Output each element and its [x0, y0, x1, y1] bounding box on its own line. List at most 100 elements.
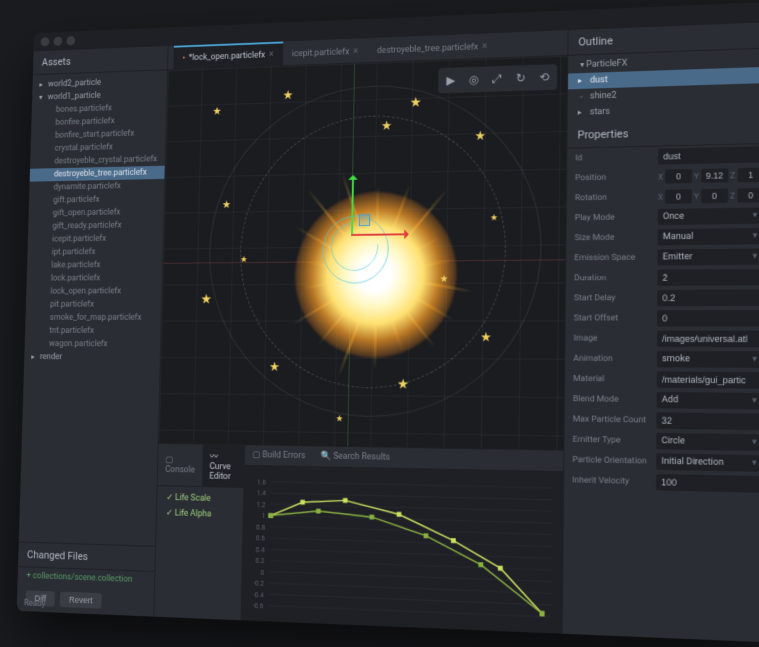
editor-tab[interactable]: *lock_open.particlefx×	[173, 41, 283, 69]
star-icon: ★	[474, 128, 485, 144]
assets-tree[interactable]: world2_particleworld1_particlebones.part…	[19, 70, 167, 546]
status-bar: Ready	[17, 596, 53, 613]
reset-tool-icon[interactable]: ⟲	[533, 66, 555, 88]
editor-tab[interactable]: destroyeble_tree.particlefx ×	[367, 33, 497, 62]
vector-y-input[interactable]	[701, 189, 728, 204]
asset-item[interactable]: lake.particlefx	[27, 258, 162, 272]
close-icon[interactable]: ×	[269, 49, 274, 60]
vector-x-input[interactable]	[665, 189, 692, 204]
star-icon: ★	[200, 292, 211, 307]
property-select[interactable]: Manual	[658, 228, 759, 245]
editor-tab[interactable]: icepit.particlefx×	[283, 38, 368, 65]
property-select[interactable]: smoke	[657, 351, 759, 368]
viewport-toolbar: ▶ ◎ ⤢ ↻ ⟲	[438, 64, 557, 93]
asset-item[interactable]: pit.particlefx	[26, 298, 162, 312]
tab-label: destroyeble_tree.particlefx	[377, 42, 478, 55]
panel-tab[interactable]: ▢ Console	[158, 444, 203, 486]
property-input[interactable]	[657, 289, 759, 306]
property-input[interactable]	[657, 331, 759, 348]
star-icon: ★	[397, 377, 409, 393]
property-label: Duration	[574, 273, 653, 284]
property-label: Particle Orientation	[572, 455, 652, 467]
property-input[interactable]	[657, 269, 759, 286]
play-tool-icon[interactable]: ▶	[440, 69, 461, 91]
star-icon: ★	[440, 272, 449, 285]
property-label: Emitter Type	[573, 435, 653, 446]
panel-tab[interactable]: ▢ Build Errors	[245, 445, 313, 466]
property-label: Play Mode	[575, 212, 654, 223]
window-max-icon[interactable]	[66, 36, 75, 46]
svg-text:0.4: 0.4	[256, 546, 265, 554]
star-icon: ★	[336, 415, 343, 425]
vector-y-input[interactable]	[701, 168, 728, 183]
asset-item[interactable]: wagon.particlefx	[25, 337, 161, 351]
svg-text:1.4: 1.4	[257, 489, 266, 497]
property-label: Blend Mode	[573, 394, 653, 405]
property-label: Max Particle Count	[573, 414, 653, 425]
window-min-icon[interactable]	[53, 37, 62, 47]
property-select[interactable]: Once	[658, 207, 759, 225]
rotate-tool-icon[interactable]: ↻	[510, 67, 532, 89]
property-input[interactable]	[656, 474, 759, 493]
asset-item[interactable]: smoke_for_map.particlefx	[25, 311, 161, 324]
property-label: Material	[573, 374, 652, 385]
star-icon: ★	[410, 95, 422, 111]
svg-text:1.2: 1.2	[257, 501, 266, 509]
property-label: Start Offset	[574, 313, 653, 323]
svg-text:-0.4: -0.4	[253, 591, 264, 600]
property-input[interactable]	[656, 412, 759, 430]
svg-text:0.2: 0.2	[255, 557, 264, 565]
property-label: Emission Space	[574, 252, 653, 263]
vector-z-input[interactable]	[737, 168, 759, 183]
star-icon: ★	[212, 105, 221, 118]
property-label: Rotation	[575, 192, 654, 203]
property-label: Image	[573, 334, 652, 344]
property-input[interactable]	[658, 146, 759, 165]
property-label: Start Delay	[574, 293, 653, 303]
vector-z-input[interactable]	[737, 188, 759, 203]
svg-text:0: 0	[260, 568, 264, 576]
star-icon: ★	[480, 330, 492, 345]
panel-tab[interactable]: 〰 Curve Editor	[202, 445, 245, 488]
svg-text:0.8: 0.8	[256, 523, 265, 531]
viewport[interactable]: ★ ★ ★ ★ ★ ★ ★ ★ ★ ★ ★ ★ ★ ★ ▶ ◎ ⤢ ↻ ⟲	[159, 56, 568, 450]
close-icon[interactable]: ×	[353, 46, 358, 57]
gizmo-plane-icon[interactable]	[359, 215, 371, 227]
svg-text:0.6: 0.6	[256, 534, 265, 542]
window-close-icon[interactable]	[41, 37, 50, 46]
svg-text:1: 1	[262, 512, 266, 520]
property-select[interactable]: Emitter	[657, 248, 759, 265]
star-icon: ★	[381, 119, 393, 134]
svg-text:-0.6: -0.6	[253, 602, 264, 611]
svg-text:-0.2: -0.2	[253, 579, 264, 588]
curve-property[interactable]: Life Alpha	[157, 505, 243, 523]
close-icon[interactable]: ×	[482, 41, 487, 52]
tab-label: icepit.particlefx	[292, 47, 350, 59]
star-icon: ★	[240, 254, 248, 265]
star-icon: ★	[222, 198, 231, 211]
scale-tool-icon[interactable]: ⤢	[486, 68, 508, 90]
svg-text:1.6: 1.6	[257, 478, 266, 486]
editor-window: Assets world2_particleworld1_particlebon…	[17, 2, 759, 642]
view-tool-icon[interactable]: ◎	[463, 69, 485, 91]
property-input[interactable]	[657, 371, 759, 388]
revert-button[interactable]: Revert	[60, 592, 102, 609]
property-select[interactable]: Circle	[656, 433, 759, 451]
asset-item[interactable]: lock_open.particlefx	[26, 285, 162, 299]
asset-item[interactable]: tnt.particlefx	[25, 324, 161, 337]
asset-item[interactable]: ipt.particlefx	[27, 245, 162, 259]
property-select[interactable]: Initial Direction	[656, 453, 759, 472]
folder-render[interactable]: render	[24, 351, 160, 365]
star-icon: ★	[269, 361, 280, 376]
property-label: Id	[575, 152, 654, 164]
property-input[interactable]	[657, 310, 759, 327]
panel-tab[interactable]: 🔍 Search Results	[313, 446, 398, 467]
star-icon: ★	[282, 88, 293, 103]
property-select[interactable]: Add	[657, 392, 759, 410]
property-label: Position	[575, 172, 654, 184]
tab-label: *lock_open.particlefx	[189, 50, 266, 62]
asset-item[interactable]: lock.particlefx	[27, 271, 163, 285]
star-icon: ★	[490, 213, 498, 223]
vector-x-input[interactable]	[665, 169, 692, 184]
curve-editor[interactable]: -0.6 -0.4 -0.2 0 0.2 0.4 0.6 0.8 1 1.2 1.4 1.6	[241, 466, 563, 634]
